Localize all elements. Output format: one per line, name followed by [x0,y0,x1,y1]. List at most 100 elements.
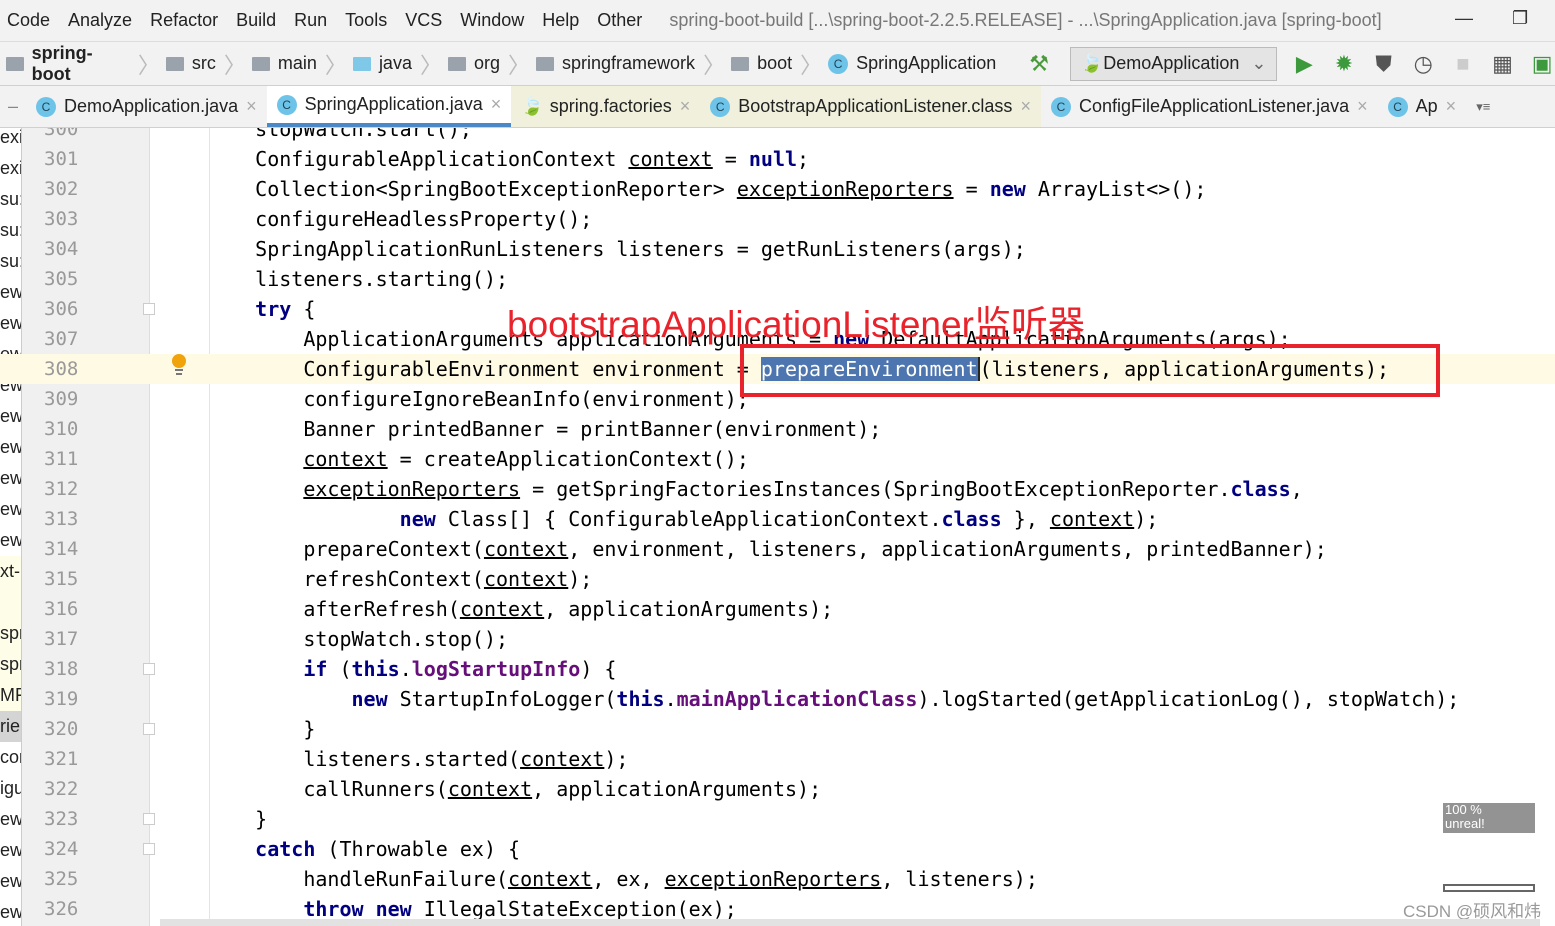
overlay-bar [1443,884,1535,892]
close-tab-icon[interactable]: × [1020,96,1031,117]
coverage-icon[interactable]: ⛊ [1371,51,1397,77]
tab-label: spring.factories [549,96,672,116]
run-config-dropdown[interactable]: 🍃 DemoApplication ⌄ [1069,46,1278,81]
menu-run[interactable]: Run [283,10,338,31]
terminal-icon[interactable]: ▣ [1529,51,1555,77]
fold-icon[interactable] [143,843,155,855]
stop-icon[interactable]: ■ [1450,51,1476,77]
close-tab-icon[interactable]: × [680,96,691,117]
run-icon[interactable]: ▶ [1291,51,1317,77]
tab-demoapplication-java[interactable]: C DemoApplication.java × [26,86,267,127]
breadcrumb-org[interactable]: org 〉 [447,48,530,80]
code-line: 324 catch (Throwable ex) { [0,834,1555,864]
code-token: , ex, [592,867,665,891]
tab-ap[interactable]: C Ap × [1378,86,1467,127]
code-token: context [459,597,545,621]
code-token: context [1049,507,1135,531]
code-token: Collection<SpringBootExceptionReporter> [207,177,737,201]
tab-bootstrapapplicationlistener-class[interactable]: C BootstrapApplicationListener.class × [700,86,1041,127]
lightbulb-icon[interactable] [171,354,187,376]
keyword: new [399,507,436,531]
code-token: , [1290,477,1303,501]
zoom-status: unreal! [1445,816,1485,831]
menu-tools[interactable]: Tools [334,10,398,31]
code-line: 319 new StartupInfoLogger(this.mainAppli… [0,684,1555,714]
breadcrumb-springapplication[interactable]: C SpringApplication [828,53,996,74]
line-number: 310 [44,418,79,440]
fold-icon[interactable] [143,813,155,825]
code-token: ); [568,567,593,591]
minimize-button[interactable]: — [1455,8,1473,29]
code-text: Banner printedBanner = printBanner(envir… [207,414,881,444]
folder-icon [251,56,270,71]
code-token: , listeners); [881,867,1038,891]
code-token: ); [604,747,629,771]
code-editor[interactable]: 300 stopWatch.start(); 301 ConfigurableAp… [0,128,1555,926]
tab-list-icon[interactable]: ▾≡ [1466,86,1500,127]
code-text: SpringApplicationRunListeners listeners … [207,234,1026,264]
code-token: , environment, listeners, applicationArg… [568,537,1327,561]
close-tab-icon[interactable]: × [1446,96,1457,117]
collapse-icon[interactable]: – [0,86,26,127]
code-token: ); [1134,507,1159,531]
close-tab-icon[interactable]: × [491,94,502,115]
close-tab-icon[interactable]: × [1357,96,1368,117]
line-number: 320 [44,718,79,740]
breadcrumb-label: spring-boot [31,42,93,84]
build-hammer-icon[interactable]: ⚒ [1026,51,1052,77]
breadcrumb-java[interactable]: java 〉 [352,48,442,80]
menu-refactor[interactable]: Refactor [139,10,229,31]
menu-window[interactable]: Window [449,10,535,31]
line-number: 316 [44,598,79,620]
restore-button[interactable]: ❐ [1512,8,1528,29]
project-structure-icon[interactable]: ▦ [1490,51,1516,77]
horizontal-scrollbar[interactable] [160,919,1540,926]
breadcrumb-src[interactable]: src 〉 [165,48,246,80]
code-token: , applicationArguments); [544,597,834,621]
fold-icon[interactable] [143,303,155,315]
code-token: callRunners( [207,777,448,801]
menu-code[interactable]: Code [0,10,61,31]
folder-icon [447,56,466,71]
menu-other[interactable]: Other [586,10,653,31]
menu-vcs[interactable]: VCS [394,10,453,31]
menu-build[interactable]: Build [225,10,287,31]
code-text: context = createApplicationContext(); [207,444,749,474]
line-number: 309 [44,388,79,410]
profile-icon[interactable]: ◷ [1410,51,1436,77]
chevron-right-icon: 〉 [419,52,442,78]
code-line: 310 Banner printedBanner = printBanner(e… [0,414,1555,444]
close-tab-icon[interactable]: × [246,96,257,117]
code-token: ConfigurableApplicationContext [207,147,629,171]
breadcrumb-main[interactable]: main 〉 [251,48,347,80]
line-number: 313 [44,508,79,530]
breadcrumb-springframework[interactable]: springframework 〉 [536,48,725,80]
tab-configfileapplicationlistener-java[interactable]: C ConfigFileApplicationListener.java × [1041,86,1378,127]
fold-icon[interactable] [143,663,155,675]
code-line: 305 listeners.starting(); [0,264,1555,294]
chevron-right-icon: 〉 [223,52,246,78]
code-token: stopWatch.stop(); [207,627,509,651]
menu-analyze[interactable]: Analyze [57,10,143,31]
keyword: new [989,177,1026,201]
debug-icon[interactable]: ✹ [1331,51,1357,77]
folder-icon [165,56,184,71]
highlight-box [740,344,1440,397]
breadcrumb-spring-boot[interactable]: spring-boot 〉 [6,43,160,85]
annotation-text: bootstrapApplicationListener监听器 [507,304,1085,345]
code-token: . [664,687,677,711]
code-token: context [628,147,713,171]
editor-tabs: – C DemoApplication.java × C SpringApplicatio… [0,86,1555,128]
fold-icon[interactable] [143,723,155,735]
breadcrumb-label: org [473,53,500,73]
zoom-overlay: 100 % unreal! [1443,803,1535,833]
menu-help[interactable]: Help [531,10,590,31]
code-text: configureIgnoreBeanInfo(environment); [207,384,749,414]
tab-springapplication-java[interactable]: C SpringApplication.java × [266,86,512,127]
tab-spring-factories[interactable]: 🍃 spring.factories × [511,86,701,127]
breadcrumb-boot[interactable]: boot 〉 [731,48,822,80]
chevron-down-icon: ⌄ [1251,53,1267,73]
